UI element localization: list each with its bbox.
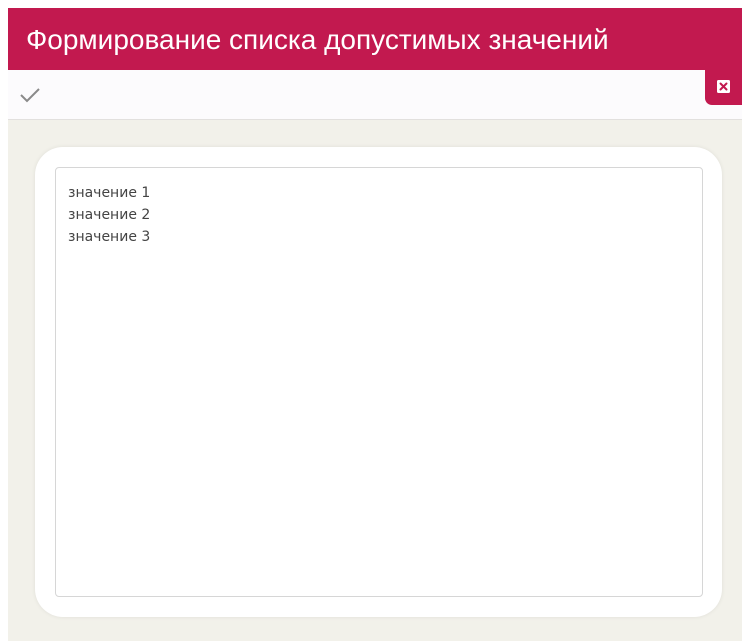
toolbar (8, 70, 742, 120)
content-card: значение 1 значение 2 значение 3 (35, 147, 722, 617)
close-button[interactable] (705, 70, 742, 105)
values-list-dialog: Формирование списка допустимых значений … (8, 8, 742, 641)
dialog-title: Формирование списка допустимых значений (8, 8, 742, 70)
values-textarea[interactable]: значение 1 значение 2 значение 3 (55, 167, 703, 597)
checkmark-icon (20, 88, 40, 103)
close-icon (717, 80, 730, 93)
apply-button[interactable] (18, 83, 42, 105)
